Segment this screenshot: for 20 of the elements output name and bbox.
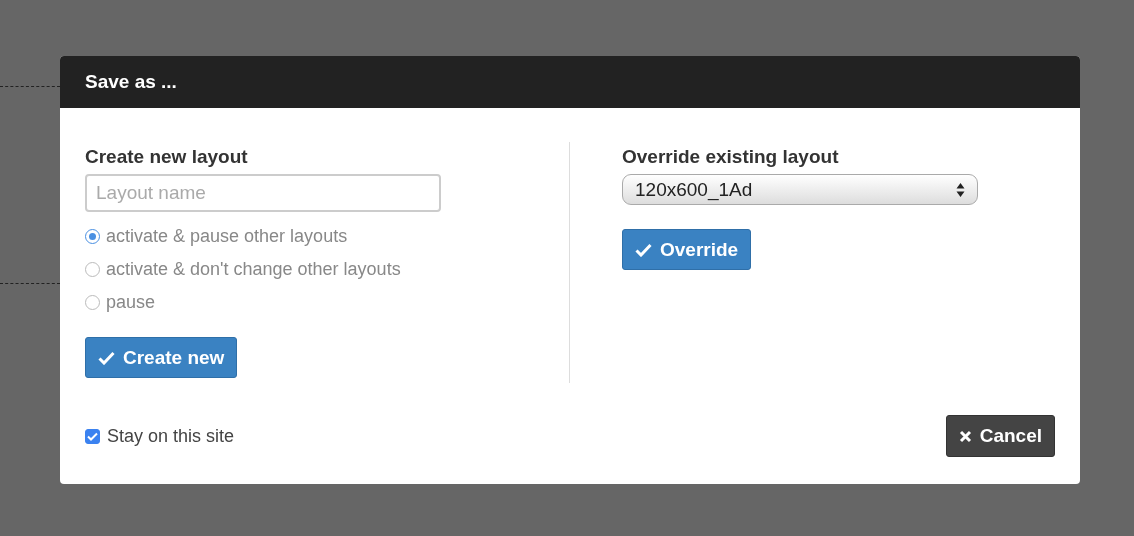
- override-button[interactable]: Override: [622, 229, 752, 270]
- create-new-button[interactable]: Create new: [85, 337, 238, 378]
- radio-button[interactable]: [85, 229, 100, 244]
- section-heading: Create new layout: [85, 146, 249, 168]
- dialog-title: Save as ...: [85, 71, 177, 93]
- layout-name-field[interactable]: Layout name: [85, 174, 441, 212]
- radio-button[interactable]: [85, 262, 100, 277]
- radio-label: activate & pause other layouts: [106, 226, 348, 247]
- radio-label: activate & don't change other layouts: [106, 259, 401, 280]
- radio-label: pause: [106, 292, 156, 313]
- section-heading: Override existing layout: [622, 146, 840, 168]
- checkbox[interactable]: [85, 428, 100, 444]
- radio-button[interactable]: [85, 295, 100, 310]
- layout-select[interactable]: 120x600_1Ad: [622, 174, 978, 205]
- check-icon: [635, 242, 652, 257]
- check-icon: [98, 350, 115, 365]
- stepper-arrows-icon: [956, 181, 965, 198]
- close-icon: [958, 429, 972, 443]
- checkbox-label: Stay on this site: [107, 425, 235, 447]
- cancel-button[interactable]: Cancel: [945, 415, 1055, 457]
